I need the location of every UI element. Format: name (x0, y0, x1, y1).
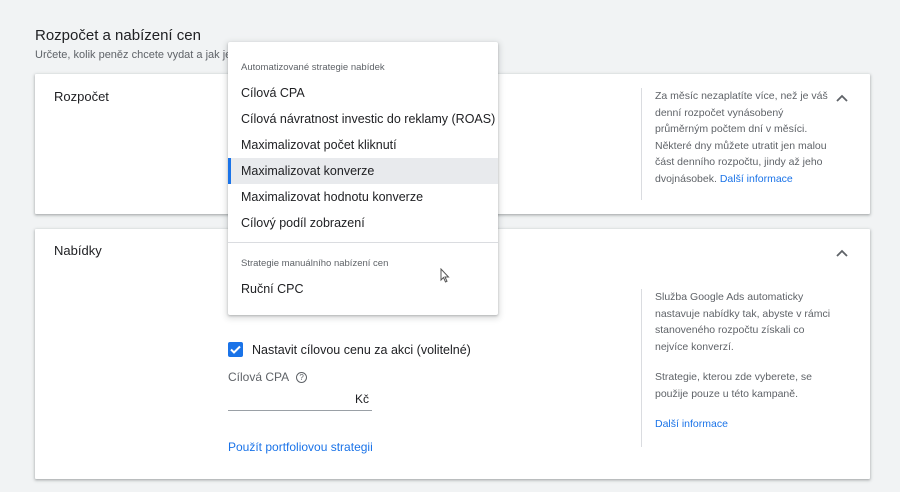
menu-item-maximize-conversions[interactable]: Maximalizovat konverze (228, 158, 498, 184)
menu-item-maximize-conversion-value[interactable]: Maximalizovat hodnotu konverze (228, 184, 498, 210)
menu-item-manual-cpc[interactable]: Ruční CPC (228, 276, 498, 302)
budget-help-panel: Za měsíc nezaplatíte více, než je váš de… (641, 88, 831, 200)
target-cpa-label-text: Cílová CPA (228, 370, 290, 384)
budget-help-text: Za měsíc nezaplatíte více, než je váš de… (655, 90, 828, 185)
section-title: Rozpočet a nabízení cen (35, 27, 201, 44)
menu-item-target-cpa[interactable]: Cílová CPA (228, 80, 498, 106)
budget-card-title: Rozpočet (54, 89, 109, 104)
bids-help-panel: Služba Google Ads automaticky nastavuje … (641, 289, 831, 447)
checkmark-icon (230, 345, 241, 354)
chevron-up-icon (836, 94, 848, 102)
menu-divider (228, 242, 498, 243)
automated-strategies-heading: Automatizované strategie nabídek (241, 62, 385, 73)
target-cpa-checkbox[interactable] (228, 342, 243, 357)
chevron-up-icon (836, 249, 848, 257)
target-cpa-input[interactable]: Kč (228, 388, 372, 411)
bids-collapse-button[interactable] (834, 245, 850, 261)
menu-item-target-impression-share[interactable]: Cílový podíl zobrazení (228, 210, 498, 236)
section-subtitle: Určete, kolik peněz chcete vydat a jak j… (35, 49, 240, 61)
bids-help-text-1: Služba Google Ads automaticky nastavuje … (655, 291, 831, 353)
help-circle-icon[interactable]: ? (296, 371, 308, 383)
menu-item-target-roas[interactable]: Cílová návratnost investic do reklamy (R… (228, 106, 498, 132)
bids-help-text-2: Strategie, kterou zde vyberete, se použi… (655, 371, 813, 400)
budget-help-link[interactable]: Další informace (720, 173, 793, 185)
target-cpa-checkbox-row[interactable]: Nastavit cílovou cenu za akci (volitelné… (228, 342, 471, 357)
menu-item-maximize-clicks[interactable]: Maximalizovat počet kliknutí (228, 132, 498, 158)
budget-collapse-button[interactable] (834, 90, 850, 106)
mouse-pointer-icon (440, 268, 450, 283)
bid-strategy-dropdown: Automatizované strategie nabídek Cílová … (228, 42, 498, 315)
currency-suffix: Kč (354, 392, 369, 406)
target-cpa-checkbox-label: Nastavit cílovou cenu za akci (volitelné… (252, 342, 471, 357)
portfolio-strategy-link[interactable]: Použít portfoliovou strategii (228, 440, 373, 454)
bids-card-title: Nabídky (54, 243, 102, 258)
bids-help-link[interactable]: Další informace (655, 416, 831, 433)
target-cpa-label: Cílová CPA ? (228, 370, 308, 384)
manual-strategies-heading: Strategie manuálního nabízení cen (241, 258, 389, 269)
